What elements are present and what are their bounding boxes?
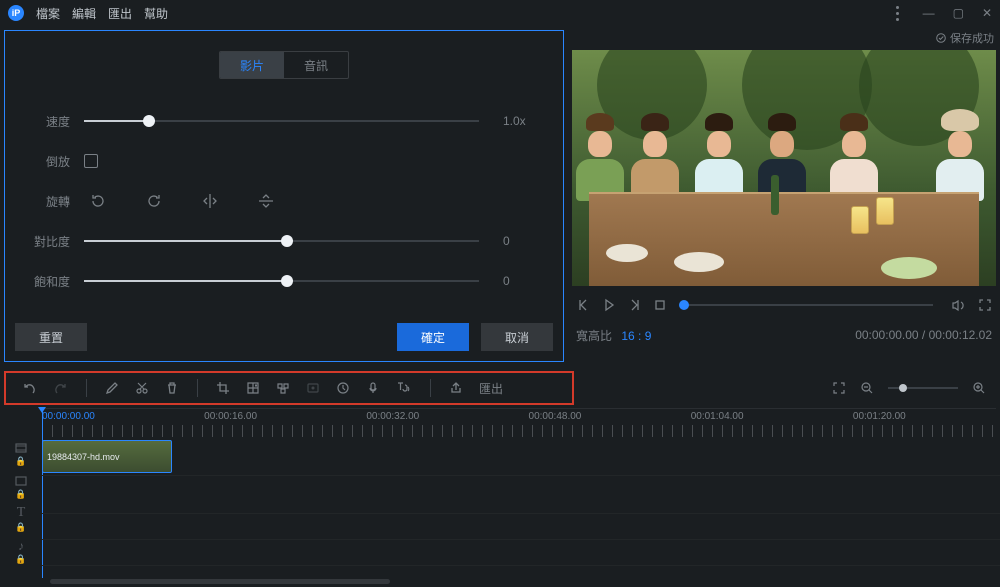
edit-tabs: 影片 音訊 — [219, 51, 349, 79]
volume-button[interactable] — [951, 298, 966, 313]
export-icon[interactable] — [449, 381, 463, 395]
rotate-label: 旋轉 — [15, 193, 70, 210]
crop-icon[interactable] — [216, 381, 230, 395]
fullscreen-button[interactable] — [978, 298, 992, 312]
toolbar-row: 匯出 — [4, 368, 996, 408]
next-frame-button[interactable] — [628, 298, 642, 312]
delete-icon[interactable] — [165, 381, 179, 395]
edit-tool-icon[interactable] — [105, 381, 119, 395]
rotate-ccw-icon[interactable] — [84, 187, 112, 215]
main-toolbar: 匯出 — [4, 371, 574, 405]
preview-pane: 保存成功 — [572, 30, 996, 362]
fit-to-window-icon[interactable] — [832, 381, 846, 395]
maximise-button[interactable]: ▢ — [953, 6, 964, 20]
speed-label: 速度 — [15, 113, 70, 130]
voiceover-icon[interactable] — [366, 381, 380, 395]
zoom-out-icon[interactable] — [860, 381, 874, 395]
menu-file[interactable]: 檔案 — [36, 5, 60, 22]
mosaic-icon[interactable] — [246, 381, 260, 395]
tab-audio[interactable]: 音訊 — [284, 52, 348, 78]
saturation-label: 飽和度 — [15, 273, 70, 290]
cut-icon[interactable] — [135, 381, 149, 395]
ruler-mark-1: 00:00:16.00 — [204, 411, 257, 422]
saturation-value: 0 — [503, 274, 553, 288]
track-area: 🔒 🔒 T 🔒 ♪ 🔒 19884307-hd.mov — [0, 438, 1000, 568]
ruler-mark-2: 00:00:32.00 — [366, 411, 419, 422]
time-ruler[interactable]: 00:00:00.00 00:00:16.00 00:00:32.00 00:0… — [42, 408, 996, 438]
close-button[interactable]: ✕ — [982, 6, 992, 20]
undo-icon[interactable] — [22, 381, 37, 396]
video-lane[interactable]: 19884307-hd.mov — [42, 438, 1000, 476]
reset-button[interactable]: 重置 — [15, 323, 87, 351]
zoom-in-icon[interactable] — [972, 381, 986, 395]
menu-edit[interactable]: 編輯 — [72, 5, 96, 22]
speed-value: 1.0x — [503, 114, 553, 128]
preview-progress[interactable] — [684, 304, 933, 306]
titlebar: iP 檔案 編輯 匯出 幫助 ― ▢ ✕ — [0, 0, 1000, 26]
text-track-icon[interactable]: T — [17, 505, 26, 521]
reverse-label: 倒放 — [15, 153, 70, 170]
ruler-mark-5: 00:01:20.00 — [853, 411, 906, 422]
minimise-button[interactable]: ― — [923, 6, 935, 20]
aspect-ratio-value[interactable]: 16 : 9 — [621, 329, 651, 343]
video-track-icon[interactable] — [14, 441, 28, 455]
saturation-slider[interactable] — [84, 274, 489, 288]
text-track-lock-icon[interactable]: 🔒 — [15, 522, 26, 533]
stop-button[interactable] — [654, 299, 666, 311]
contrast-value: 0 — [503, 234, 553, 248]
tab-video[interactable]: 影片 — [220, 52, 284, 78]
save-status-text: 保存成功 — [950, 30, 994, 46]
frame-icon[interactable] — [306, 381, 320, 395]
overlay-track-lock-icon[interactable]: 🔒 — [15, 489, 26, 500]
edit-panel: 影片 音訊 速度 1.0x 倒放 旋 — [4, 30, 564, 362]
export-label[interactable]: 匯出 — [479, 380, 503, 397]
clip-filename: 19884307-hd.mov — [47, 452, 120, 462]
audio-track-icon[interactable]: ♪ — [18, 539, 24, 553]
speed-slider[interactable] — [84, 114, 489, 128]
contrast-label: 對比度 — [15, 233, 70, 250]
prev-frame-button[interactable] — [576, 298, 590, 312]
menu-export[interactable]: 匯出 — [108, 5, 132, 22]
ok-button[interactable]: 確定 — [397, 323, 469, 351]
video-preview[interactable] — [572, 50, 996, 286]
audio-lane[interactable] — [42, 540, 1000, 566]
text-lane[interactable] — [42, 514, 1000, 540]
ruler-current-time: 00:00:00.00 — [42, 411, 95, 422]
cancel-button[interactable]: 取消 — [481, 323, 553, 351]
more-icon[interactable] — [896, 6, 899, 21]
overlay-lane[interactable] — [42, 476, 1000, 514]
watermark-icon[interactable] — [276, 381, 290, 395]
flip-vertical-icon[interactable] — [252, 187, 280, 215]
save-ok-icon — [936, 33, 946, 43]
menu-help[interactable]: 幫助 — [144, 5, 168, 22]
video-clip[interactable]: 19884307-hd.mov — [42, 440, 172, 473]
ruler-mark-3: 00:00:48.00 — [529, 411, 582, 422]
flip-horizontal-icon[interactable] — [196, 187, 224, 215]
horizontal-scrollbar[interactable] — [50, 579, 390, 584]
ruler-mark-4: 00:01:04.00 — [691, 411, 744, 422]
preview-controls — [572, 290, 996, 320]
aspect-ratio-label: 寬高比 — [576, 329, 612, 343]
overlay-track-icon[interactable] — [14, 474, 28, 488]
zoom-slider[interactable] — [888, 387, 958, 389]
text-to-speech-icon[interactable] — [396, 381, 412, 395]
video-track-lock-icon[interactable]: 🔒 — [15, 456, 26, 467]
app-logo: iP — [8, 5, 24, 21]
play-button[interactable] — [602, 298, 616, 312]
contrast-slider[interactable] — [84, 234, 489, 248]
time-display: 00:00:00.00 / 00:00:12.02 — [855, 328, 992, 342]
duration-icon[interactable] — [336, 381, 350, 395]
redo-icon[interactable] — [53, 381, 68, 396]
audio-track-lock-icon[interactable]: 🔒 — [15, 554, 26, 565]
reverse-checkbox[interactable] — [84, 154, 98, 168]
rotate-cw-icon[interactable] — [140, 187, 168, 215]
